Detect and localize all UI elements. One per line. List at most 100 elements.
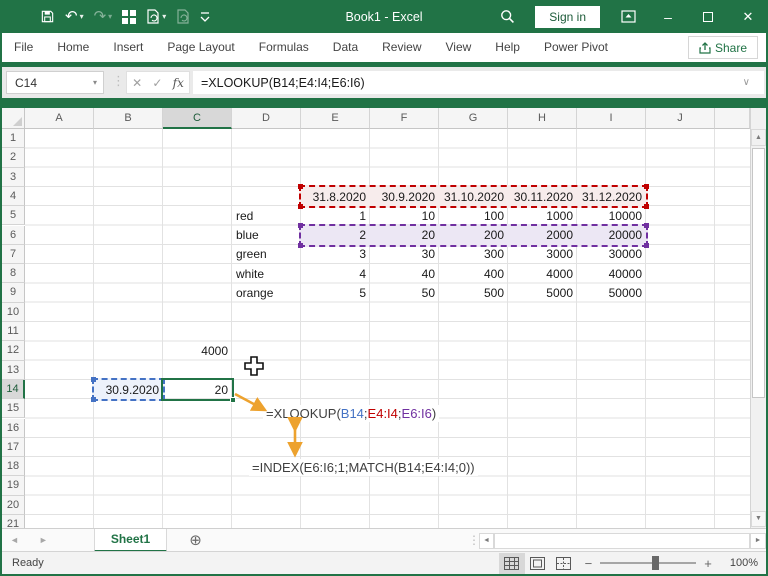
- cell-E9[interactable]: 5: [301, 283, 370, 302]
- row-header-18[interactable]: 18: [2, 457, 25, 477]
- cell-D5[interactable]: red: [232, 206, 301, 225]
- ribbon-tab-insert[interactable]: Insert: [101, 33, 155, 62]
- cell-E5[interactable]: 1: [301, 206, 370, 225]
- row-header-3[interactable]: 3: [2, 167, 25, 187]
- ribbon-tab-file[interactable]: File: [0, 33, 45, 62]
- cell-E6[interactable]: 2: [301, 226, 370, 245]
- cell-H8[interactable]: 4000: [508, 264, 577, 283]
- scroll-up-icon[interactable]: ▲: [751, 129, 766, 146]
- col-header-F[interactable]: F: [370, 108, 439, 129]
- col-header-H[interactable]: H: [508, 108, 577, 129]
- cell-D6[interactable]: blue: [232, 226, 301, 245]
- page-layout-view-button[interactable]: [525, 553, 551, 574]
- save-icon[interactable]: [40, 9, 55, 24]
- cell-F9[interactable]: 50: [370, 283, 439, 302]
- hscroll-left-icon[interactable]: ◄: [479, 533, 494, 549]
- cell-I8[interactable]: 40000: [577, 264, 646, 283]
- row-header-11[interactable]: 11: [2, 322, 25, 342]
- maximize-button[interactable]: [688, 0, 728, 33]
- vertical-scrollbar-thumb[interactable]: [752, 148, 765, 398]
- col-header-partial[interactable]: [715, 108, 750, 129]
- col-header-D[interactable]: D: [232, 108, 301, 129]
- cell-F5[interactable]: 10: [370, 206, 439, 225]
- customize-qat-icon[interactable]: [200, 11, 210, 23]
- close-button[interactable]: ✕: [728, 0, 768, 33]
- cell-G4[interactable]: 31.10.2020: [439, 187, 508, 206]
- ribbon-tab-home[interactable]: Home: [45, 33, 101, 62]
- row-header-5[interactable]: 5: [2, 206, 25, 226]
- share-button[interactable]: Share: [687, 36, 758, 59]
- row-header-21[interactable]: 21: [2, 515, 25, 528]
- cell-H7[interactable]: 3000: [508, 245, 577, 264]
- zoom-slider[interactable]: [600, 556, 697, 570]
- horizontal-scrollbar[interactable]: [494, 533, 750, 549]
- cell-F6[interactable]: 20: [370, 226, 439, 245]
- zoom-out-icon[interactable]: −: [577, 556, 601, 571]
- cell-I9[interactable]: 50000: [577, 283, 646, 302]
- ribbon-tab-formulas[interactable]: Formulas: [247, 33, 321, 62]
- cell-I5[interactable]: 10000: [577, 206, 646, 225]
- cell-F4[interactable]: 30.9.2020: [370, 187, 439, 206]
- ribbon-tab-review[interactable]: Review: [370, 33, 433, 62]
- row-header-19[interactable]: 19: [2, 476, 25, 496]
- row-header-9[interactable]: 9: [2, 283, 25, 303]
- enter-icon[interactable]: ✓: [152, 76, 162, 90]
- name-box[interactable]: C14 ▾: [6, 71, 104, 94]
- col-header-A[interactable]: A: [25, 108, 94, 129]
- cell-E8[interactable]: 4: [301, 264, 370, 283]
- cell-I6[interactable]: 20000: [577, 226, 646, 245]
- cell-E4[interactable]: 31.8.2020: [301, 187, 370, 206]
- ribbon-tab-help[interactable]: Help: [483, 33, 532, 62]
- new-sheet-icon[interactable]: ⊕: [189, 533, 202, 548]
- row-header-7[interactable]: 7: [2, 244, 25, 265]
- cell-I4[interactable]: 31.12.2020: [577, 187, 646, 206]
- scroll-down-icon[interactable]: ▼: [751, 511, 766, 527]
- formula-input[interactable]: =XLOOKUP(B14;E4:I4;E6:I6) ∨: [193, 71, 764, 94]
- search-icon[interactable]: [487, 0, 527, 33]
- row-header-4[interactable]: 4: [2, 186, 25, 207]
- cell-G7[interactable]: 300: [439, 245, 508, 264]
- cell-E7[interactable]: 3: [301, 245, 370, 264]
- cell-G6[interactable]: 200: [439, 226, 508, 245]
- row-header-15[interactable]: 15: [2, 399, 25, 419]
- select-all-corner[interactable]: [2, 108, 25, 129]
- name-box-dropdown-icon[interactable]: ▾: [93, 78, 97, 87]
- row-header-16[interactable]: 16: [2, 418, 25, 438]
- vertical-scrollbar[interactable]: ▲ ▼: [750, 108, 766, 528]
- cell-D7[interactable]: green: [232, 245, 301, 264]
- cancel-icon[interactable]: ✕: [132, 76, 142, 90]
- insert-function-icon[interactable]: fx: [173, 76, 184, 90]
- zoom-level[interactable]: 100%: [720, 557, 762, 569]
- undo-button[interactable]: ↶ ▾: [65, 9, 84, 24]
- col-header-E[interactable]: E: [301, 108, 370, 129]
- ribbon-tab-view[interactable]: View: [434, 33, 484, 62]
- sheet-nav-left-icon[interactable]: ◄: [0, 535, 29, 545]
- fill-handle[interactable]: [230, 397, 236, 404]
- paste-preview-dropdown-icon[interactable]: ▾: [162, 12, 166, 21]
- zoom-in-icon[interactable]: +: [696, 556, 720, 571]
- cell-H4[interactable]: 30.11.2020: [508, 187, 577, 206]
- col-header-B[interactable]: B: [94, 108, 163, 129]
- row-header-8[interactable]: 8: [2, 264, 25, 284]
- paste-preview-button[interactable]: ▾: [146, 9, 166, 24]
- cell-G8[interactable]: 400: [439, 264, 508, 283]
- col-header-I[interactable]: I: [577, 108, 646, 129]
- hscroll-right-icon[interactable]: ►: [750, 533, 766, 549]
- spreadsheet-grid[interactable]: A B C D E F G H I J 1 2 3 4 5 6 7 8 9 10 11 12 13 14 15 16 17 18 19 2…: [2, 108, 750, 528]
- row-header-20[interactable]: 20: [2, 495, 25, 515]
- row-header-2[interactable]: 2: [2, 148, 25, 168]
- ribbon-display-options-icon[interactable]: [608, 0, 648, 33]
- cell-F7[interactable]: 30: [370, 245, 439, 264]
- sheet-nav-right-icon[interactable]: ►: [29, 535, 58, 545]
- col-header-C[interactable]: C: [163, 108, 232, 129]
- row-header-12[interactable]: 12: [2, 341, 25, 361]
- cell-H9[interactable]: 5000: [508, 283, 577, 302]
- normal-view-button[interactable]: [498, 552, 525, 574]
- row-header-14[interactable]: 14: [2, 379, 25, 400]
- undo-dropdown-icon[interactable]: ▾: [80, 12, 84, 21]
- expand-formula-bar-icon[interactable]: ∨: [743, 77, 750, 88]
- cell-F8[interactable]: 40: [370, 264, 439, 283]
- formula-bar-handle-icon[interactable]: ⋮: [112, 73, 125, 89]
- cell-G9[interactable]: 500: [439, 283, 508, 302]
- col-header-J[interactable]: J: [646, 108, 715, 129]
